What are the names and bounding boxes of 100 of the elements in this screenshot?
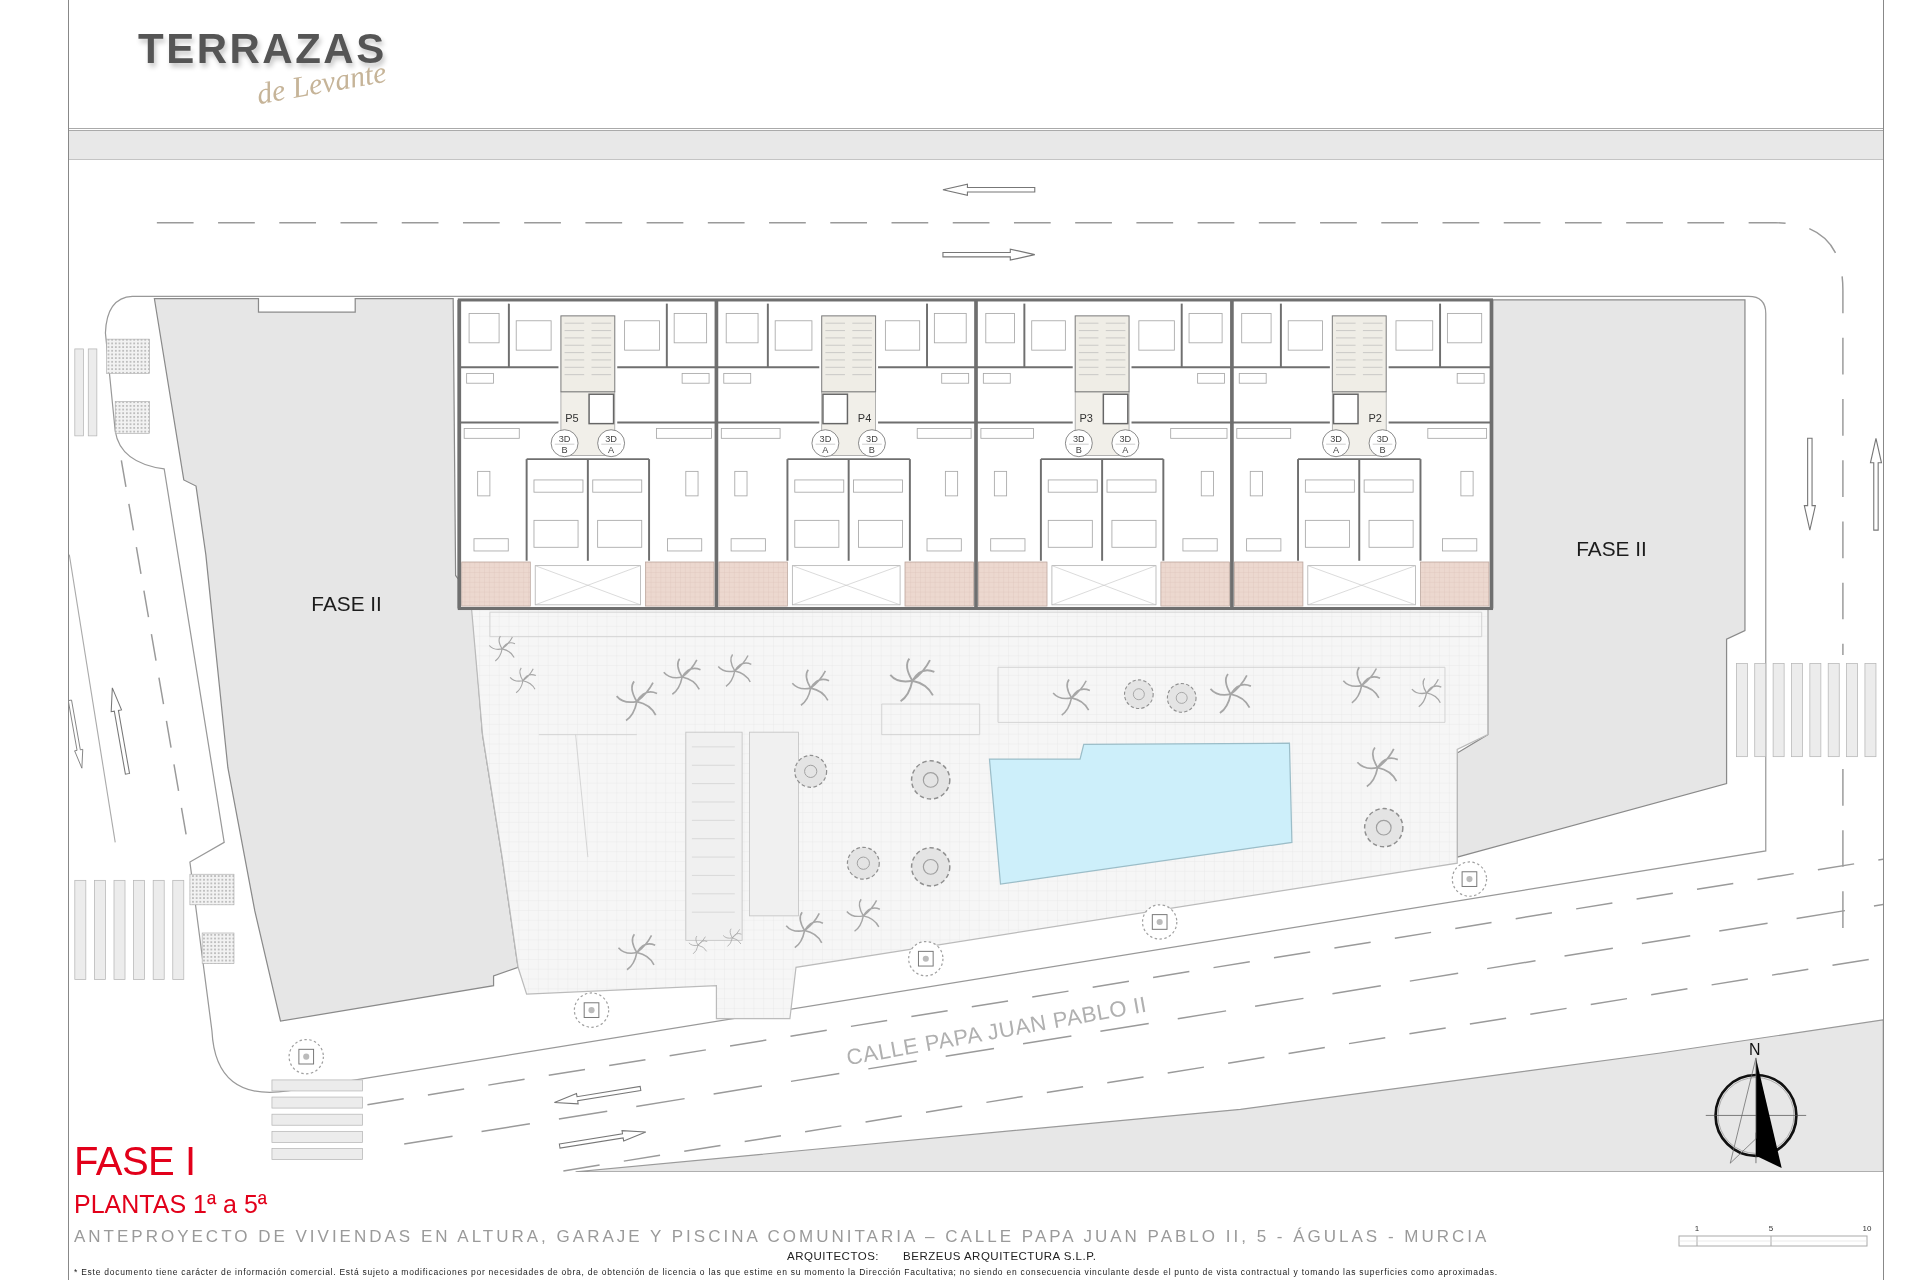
palm-tree-icon (846, 898, 881, 932)
tree-icon (1123, 679, 1154, 710)
palm-tree-icon (617, 933, 656, 971)
palm-tree-icon (1411, 677, 1442, 708)
dining-table (477, 470, 491, 497)
kitchen-counter (656, 428, 712, 439)
bed (624, 320, 660, 351)
bed (673, 313, 708, 344)
tactile-paving (114, 401, 150, 434)
dining-table (1200, 470, 1214, 497)
street-tree-icon (573, 992, 610, 1028)
kitchen-counter (1427, 428, 1487, 439)
sofa (730, 538, 766, 552)
scale-tick-label: 5 (1768, 1224, 1774, 1233)
bed (725, 313, 759, 344)
terrace (978, 561, 1048, 607)
tree-icon (794, 754, 828, 788)
kitchen-counter (720, 428, 781, 439)
sofa (990, 538, 1026, 552)
project-title: ANTEPROYECTO DE VIVIENDAS EN ALTURA, GARAJE Y PISCINA COMUNITARIA – CALLE PAPA JUAN PABLO II, 5 - ÁGULAS - MURCIA (74, 1228, 1490, 1245)
phase-label: FASE II (1576, 536, 1647, 560)
tree-icon (910, 760, 951, 800)
bed (515, 320, 552, 351)
bathtub (1197, 373, 1225, 384)
wardrobe (533, 479, 584, 493)
street-tree-icon (908, 940, 944, 977)
street-tree-icon (1451, 861, 1488, 897)
street-name: CALLE PAPA JUAN PABLO II (844, 991, 1149, 1071)
scale-tick-label: 10 (1862, 1224, 1872, 1233)
bed (1241, 313, 1272, 344)
palm-tree-icon (615, 680, 658, 722)
terrace (645, 561, 715, 607)
bed (533, 519, 579, 548)
bed (597, 519, 643, 548)
bed (1031, 320, 1066, 351)
sofa (1182, 538, 1218, 552)
palm-tree-icon (791, 668, 830, 707)
bed (1287, 320, 1323, 351)
bed (985, 313, 1015, 344)
palm-tree-icon (488, 635, 516, 662)
unit-type-tag: 3D B (1064, 429, 1093, 458)
palm-tree-icon (509, 667, 537, 694)
wardrobe (1047, 479, 1098, 493)
wardrobe (1363, 479, 1414, 493)
elevator-shaft (1102, 393, 1129, 425)
unit-type-tag: 3D A (597, 429, 625, 458)
kitchen-counter (463, 428, 520, 439)
palm-tree-icon (1052, 678, 1091, 716)
street-tree-icon (1141, 904, 1178, 940)
disclaimer-text: * Este documento tiene carácter de información comercial. Está sujeto a modificaciones por necesidades de obra, de obtención de licencia o las que estime en su momento la Dirección Facultativa; no siendo en consecuencia vinculante desde el punto de vista contractual y tomando las superficies como aproximadas. (74, 1268, 1498, 1277)
terrace (1160, 561, 1230, 607)
dining-table (944, 470, 959, 497)
palm-tree-icon (889, 657, 936, 703)
terrace (461, 561, 531, 607)
dining-table (734, 470, 748, 497)
sofa (1442, 538, 1478, 552)
bed (1368, 519, 1414, 548)
bathtub (466, 373, 494, 384)
sofa (926, 538, 962, 552)
bed (1138, 320, 1175, 351)
phase-title: FASE I (74, 1141, 196, 1181)
architects-label: ARQUITECTOS: (787, 1250, 880, 1262)
unit-type-tag: 3D B (1368, 429, 1397, 458)
north-arrow-icon (1705, 1057, 1807, 1169)
palm-tree-icon (662, 657, 702, 695)
bathtub (941, 373, 970, 384)
wardrobe (853, 479, 903, 493)
bed (1395, 320, 1434, 351)
kitchen-counter (1236, 428, 1292, 439)
bed (1047, 519, 1093, 548)
bathtub (1456, 373, 1485, 384)
core-label: P3 (1079, 412, 1093, 425)
kitchen-counter (916, 428, 972, 439)
dining-table (993, 470, 1008, 497)
palm-tree-icon (1342, 666, 1381, 704)
bathtub (681, 373, 710, 384)
bed (1188, 313, 1223, 344)
kitchen-counter (980, 428, 1034, 439)
dining-table (1460, 470, 1474, 497)
dining-table (1249, 470, 1263, 497)
palm-tree-icon (688, 935, 708, 955)
bed (1447, 313, 1483, 344)
bed (1304, 519, 1350, 548)
sofa (1246, 538, 1282, 552)
wardrobe (794, 479, 845, 493)
sofa (667, 538, 703, 552)
bed (774, 320, 813, 351)
tactile-paving (189, 873, 235, 906)
bathtub (1238, 373, 1267, 384)
core-label: P5 (565, 412, 579, 425)
tactile-paving (106, 338, 150, 374)
bed (1111, 519, 1157, 548)
unit-type-tag: 3D B (858, 429, 886, 458)
architects-name: BERZEUS ARQUITECTURA S.L.P. (903, 1250, 1097, 1262)
bed (468, 313, 500, 344)
terrace (1420, 561, 1490, 607)
unit-type-tag: 3D A (1111, 429, 1140, 458)
unit-type-tag: 3D A (811, 429, 840, 458)
phase-label: FASE II (311, 591, 382, 615)
elevator-shaft (822, 393, 849, 425)
